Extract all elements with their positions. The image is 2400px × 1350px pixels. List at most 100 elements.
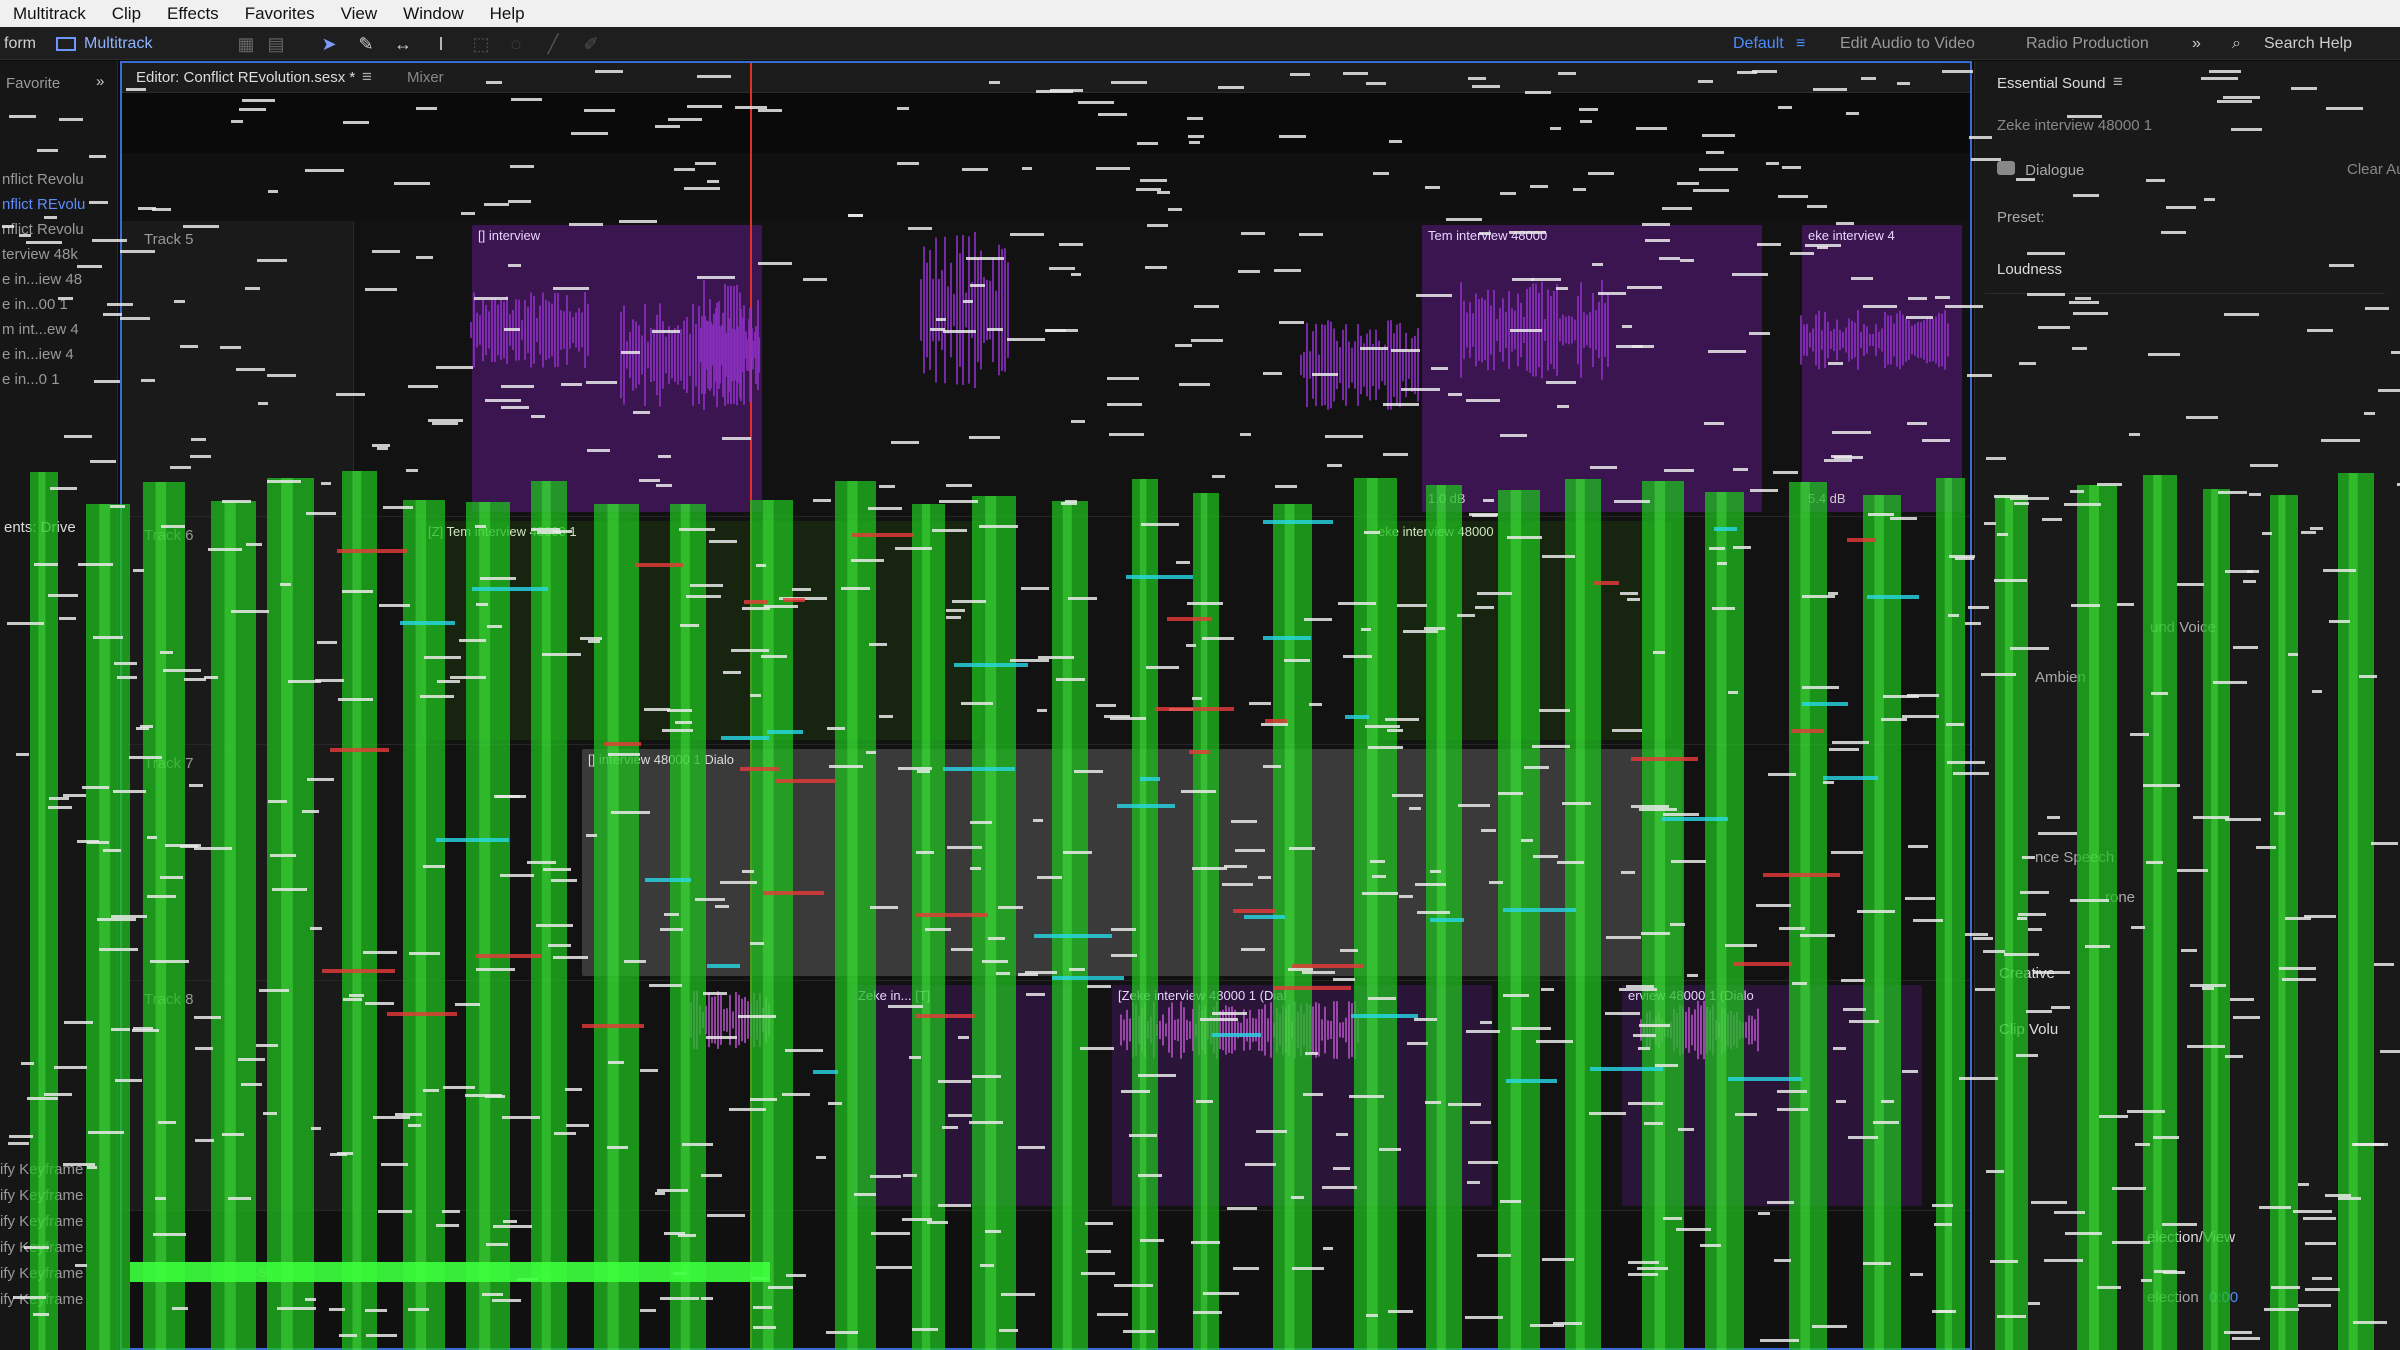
track-name[interactable]: Track 6 <box>144 527 193 544</box>
menu-multitrack[interactable]: Multitrack <box>0 0 99 27</box>
list-item[interactable]: nflict Revolu <box>2 221 120 238</box>
audio-clip[interactable]: eke interview 48000 <box>1372 521 1672 740</box>
audio-clip[interactable]: Zeke in... [T] <box>852 985 1072 1206</box>
search-help-field[interactable]: Search Help <box>2264 27 2352 60</box>
meter-tick: -35 <box>535 1266 553 1280</box>
playhead[interactable] <box>750 63 752 1348</box>
selection-view-title: election/View <box>2147 1229 2236 1246</box>
list-item[interactable]: ify Keyframe <box>0 1213 118 1230</box>
track-6[interactable]: Track 6 [Z] Tem interview 48000 1 eke in… <box>122 517 1970 745</box>
menu-favorites[interactable]: Favorites <box>232 0 328 27</box>
track-header: Track 8 <box>122 981 354 1210</box>
menu-effects[interactable]: Effects <box>154 0 232 27</box>
slip-tool-icon[interactable]: ↔ <box>392 33 414 55</box>
menu-icon[interactable]: ≡ <box>2113 72 2123 92</box>
section-loudness[interactable]: Loudness <box>1997 261 2062 278</box>
track-7[interactable]: Track 7 [] interview 48000 1 Dialo <box>122 745 1970 981</box>
menu-window[interactable]: Window <box>390 0 476 27</box>
track-5[interactable]: Track 5 [] interview Tem interview 48000… <box>122 221 1970 517</box>
meter-tick: -56 <box>255 1266 273 1280</box>
clip-label: Zeke in... [T] <box>858 988 931 1003</box>
track-header: Track 6 <box>122 517 354 744</box>
workspace-default[interactable]: Default <box>1733 27 1784 60</box>
list-item[interactable]: nflict Revolu <box>2 171 120 188</box>
lasso-tool-icon[interactable]: ◌ <box>505 33 527 55</box>
chevron-right-icon[interactable]: » <box>2192 27 2201 60</box>
dialogue-tag[interactable]: Dialogue <box>1997 161 2084 179</box>
editor-tabs: Editor: Conflict REvolution.sesx * ≡ Mix… <box>122 63 1970 93</box>
list-item[interactable]: e in...0 1 <box>2 371 120 388</box>
multitrack-view-button[interactable]: Multitrack <box>56 27 152 60</box>
audio-clip[interactable]: [] interview <box>472 225 762 512</box>
menu-icon[interactable]: ≡ <box>362 67 372 87</box>
list-item[interactable]: ify Keyframe <box>0 1161 118 1178</box>
list-item[interactable]: terview 48k <box>2 246 120 263</box>
section-clip-volume[interactable]: Clip Volu <box>1999 1021 2058 1038</box>
list-item[interactable]: ify Keyframe <box>0 1291 118 1308</box>
essential-sound-panel: Essential Sound ≡ Zeke interview 48000 1… <box>1974 61 2400 1350</box>
clip-label: [] interview 48000 1 Dialo <box>588 752 734 767</box>
tab-editor[interactable]: Editor: Conflict REvolution.sesx * <box>136 69 355 86</box>
file-list: nflict Revolu nflict REvolu nflict Revol… <box>0 171 118 396</box>
spot-healing-icon[interactable]: ✐ <box>580 33 602 55</box>
time-selection-icon[interactable]: I <box>430 33 452 55</box>
list-item[interactable]: ify Keyframe <box>0 1187 118 1204</box>
waveform-view-button[interactable]: form <box>4 27 36 60</box>
list-item[interactable]: m int...ew 4 <box>2 321 120 338</box>
meter-tick: -27 <box>670 1266 688 1280</box>
workspace-radio-production[interactable]: Radio Production <box>2026 27 2149 60</box>
clip-label: [Z] Tem interview 48000 1 <box>428 524 577 539</box>
panel-title: Essential Sound <box>1997 75 2106 92</box>
track-name[interactable]: Track 7 <box>144 755 193 772</box>
track-8[interactable]: Track 8 Zeke in... [T] [Zeke interview 4… <box>122 981 1970 1211</box>
clear-audio-type-button[interactable]: Clear Au <box>2347 161 2400 178</box>
brush-tool-icon[interactable]: ╱ <box>542 33 564 55</box>
section-enhance-speech[interactable]: nce Speech <box>2035 849 2114 866</box>
audio-clip[interactable]: eke interview 4 5.4 dB <box>1802 225 1962 512</box>
dialogue-label: Dialogue <box>2025 162 2085 179</box>
selection-start-value[interactable]: 0:00 <box>2209 1289 2238 1306</box>
track-name[interactable]: Track 8 <box>144 991 193 1008</box>
timeline-ruler[interactable] <box>122 93 1970 153</box>
chevron-right-icon[interactable]: » <box>96 73 104 90</box>
spectral-display-icon[interactable]: ▦ <box>235 33 257 55</box>
list-item[interactable]: e in...iew 48 <box>2 271 120 288</box>
keyframe-list: ify Keyframe ify Keyframe ify Keyframe i… <box>0 1161 118 1317</box>
menu-clip[interactable]: Clip <box>99 0 154 27</box>
pitch-display-icon[interactable]: ▤ <box>265 33 287 55</box>
section-repair-voice[interactable]: und Voice <box>2150 619 2216 636</box>
move-tool-icon[interactable]: ➤ <box>318 33 340 55</box>
search-icon: ⌕ <box>2232 35 2241 52</box>
audio-clip[interactable]: Tem interview 48000 1.0 dB <box>1422 225 1762 512</box>
audio-clip[interactable]: [Zeke interview 48000 1 (Dial <box>1112 985 1492 1206</box>
audio-clip[interactable]: [] interview 48000 1 Dialo <box>582 749 1682 976</box>
menu-view[interactable]: View <box>328 0 391 27</box>
list-item[interactable]: e in...00 1 <box>2 296 120 313</box>
list-item[interactable]: e in...iew 4 <box>2 346 120 363</box>
track-name[interactable]: Track 5 <box>144 231 193 248</box>
multitrack-editor: Editor: Conflict REvolution.sesx * ≡ Mix… <box>120 61 1972 1350</box>
clip-label: [Zeke interview 48000 1 (Dial <box>1118 988 1287 1003</box>
multitrack-icon <box>56 36 76 51</box>
favorites-tab[interactable]: Favorite <box>6 75 60 92</box>
audio-clip[interactable]: [Z] Tem interview 48000 1 <box>422 521 982 740</box>
tab-mixer[interactable]: Mixer <box>407 69 444 86</box>
marquee-tool-icon[interactable]: ⬚ <box>470 33 492 55</box>
level-meter: -56 -35 -27 0 <box>130 1262 770 1282</box>
list-item[interactable]: ify Keyframe <box>0 1239 118 1256</box>
razor-tool-icon[interactable]: ✎ <box>355 33 377 55</box>
list-item[interactable]: nflict REvolu <box>2 196 120 213</box>
section-ambience[interactable]: Ambien <box>2035 669 2086 686</box>
clip-label: eke interview 4 <box>1808 228 1895 243</box>
section-creative[interactable]: Creative <box>1999 965 2055 982</box>
selection-label: election <box>2147 1289 2199 1306</box>
clip-label: eke interview 48000 <box>1378 524 1494 539</box>
list-item[interactable]: ify Keyframe <box>0 1265 118 1282</box>
volume-label: 5.4 dB <box>1808 491 1846 506</box>
audio-clip[interactable]: erview 48000 1 (Dialo <box>1622 985 1922 1206</box>
section-drone[interactable]: rone <box>2105 889 2135 906</box>
menu-help[interactable]: Help <box>477 0 538 27</box>
workspace-edit-audio-to-video[interactable]: Edit Audio to Video <box>1840 27 1975 60</box>
menu-icon[interactable]: ≡ <box>1796 27 1805 60</box>
volume-label: 1.0 dB <box>1428 491 1466 506</box>
